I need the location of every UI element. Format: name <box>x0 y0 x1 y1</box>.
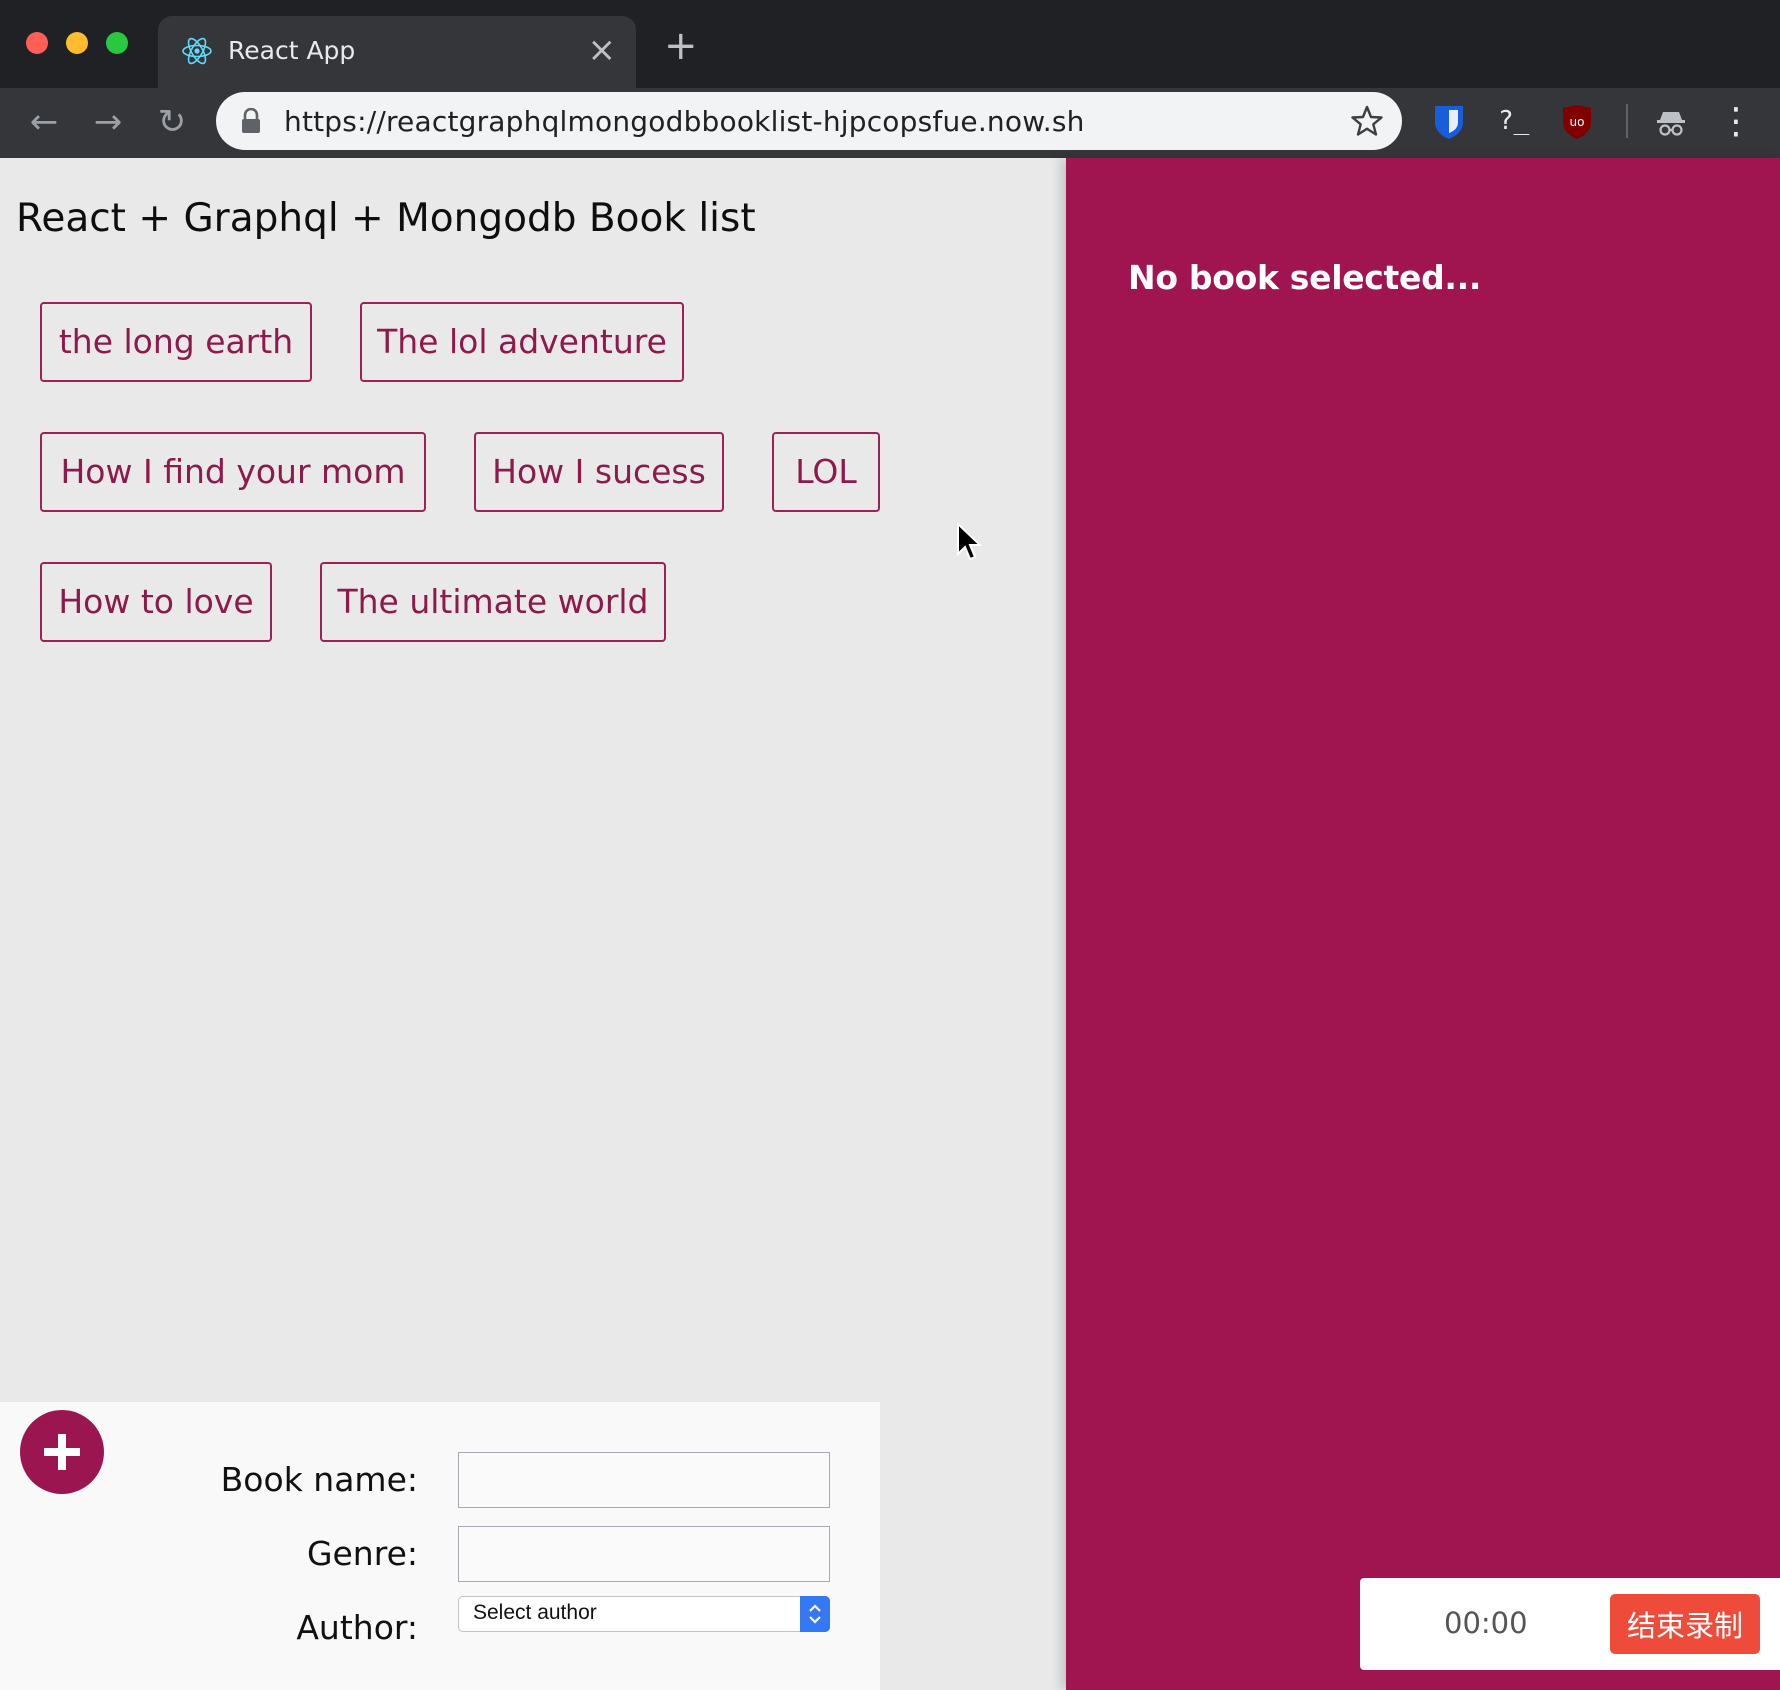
tab-close-icon[interactable]: × <box>588 30 617 70</box>
author-select-value: Select author <box>473 1601 597 1624</box>
book-details-pane: No book selected... <box>1066 158 1780 1690</box>
url-text[interactable]: https://reactgraphqlmongodbbooklist-hjpc… <box>284 105 1085 138</box>
page: React + Graphql + Mongodb Book list the … <box>0 158 1780 1690</box>
genre-input[interactable] <box>458 1526 830 1582</box>
author-label: Author: <box>296 1608 418 1647</box>
stop-recording-button[interactable]: 结束录制 <box>1610 1594 1760 1654</box>
reload-icon[interactable]: ↻ <box>150 100 194 144</box>
browser-tab-react-app[interactable]: React App × <box>158 16 636 88</box>
book-item[interactable]: How to love <box>40 562 272 642</box>
window-minimize-button[interactable] <box>66 32 88 54</box>
forward-icon[interactable]: → <box>86 100 130 144</box>
genre-label: Genre: <box>306 1534 418 1573</box>
back-icon[interactable]: ← <box>22 100 66 144</box>
browser-chrome: React App × + ← → ↻ https://reactgraphql… <box>0 0 1780 158</box>
incognito-icon[interactable] <box>1654 104 1688 140</box>
plus-icon <box>44 1434 80 1470</box>
book-list-pane: React + Graphql + Mongodb Book list the … <box>0 158 1066 1690</box>
toolbar-separator <box>1626 104 1628 138</box>
window-maximize-button[interactable] <box>106 32 128 54</box>
add-book-form: Book name: Genre: Author: Select author <box>0 1402 880 1690</box>
book-item[interactable]: LOL <box>772 432 880 512</box>
bookmark-star-icon[interactable] <box>1350 104 1384 138</box>
screen-recorder-widget: 00:00 结束录制 <box>1360 1578 1780 1670</box>
tab-title: React App <box>228 36 356 65</box>
book-item[interactable]: How I find your mom <box>40 432 426 512</box>
lock-icon <box>242 108 260 133</box>
no-book-selected-text: No book selected... <box>1128 258 1482 297</box>
book-name-input[interactable] <box>458 1452 830 1508</box>
tab-bar: React App × + <box>0 0 1780 88</box>
recording-timer: 00:00 <box>1444 1606 1528 1640</box>
book-item[interactable]: the long earth <box>40 302 312 382</box>
mouse-cursor-icon <box>957 522 982 561</box>
react-logo-icon <box>182 37 212 65</box>
browser-menu-icon[interactable]: ⋮ <box>1714 100 1758 144</box>
book-item[interactable]: How I sucess <box>474 432 724 512</box>
select-arrows-icon <box>800 1596 830 1632</box>
page-title: React + Graphql + Mongodb Book list <box>16 196 756 241</box>
book-item[interactable]: The lol adventure <box>360 302 684 382</box>
terminal-extension-icon[interactable]: ?_ <box>1498 106 1529 136</box>
add-book-button[interactable] <box>20 1410 104 1494</box>
new-tab-icon[interactable]: + <box>664 26 698 66</box>
browser-toolbar: ← → ↻ https://reactgraphqlmongodbbooklis… <box>0 88 1780 158</box>
address-bar[interactable]: https://reactgraphqlmongodbbooklist-hjpc… <box>216 92 1402 150</box>
author-select[interactable]: Select author <box>458 1596 830 1632</box>
book-item[interactable]: The ultimate world <box>320 562 666 642</box>
window-close-button[interactable] <box>26 32 48 54</box>
ublock-origin-icon[interactable]: uo <box>1560 104 1594 140</box>
bitwarden-shield-icon[interactable] <box>1432 104 1466 140</box>
svg-text:uo: uo <box>1570 115 1585 129</box>
